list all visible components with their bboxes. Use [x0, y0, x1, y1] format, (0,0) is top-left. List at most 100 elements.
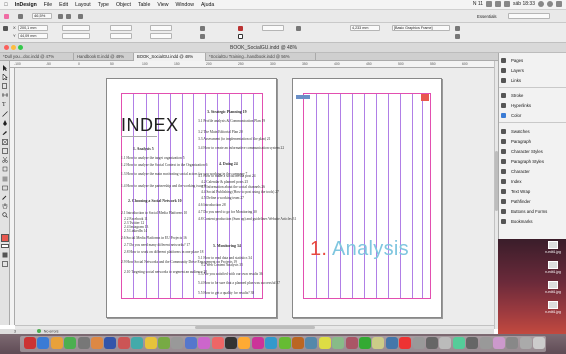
menu-indesign[interactable]: InDesign	[15, 2, 37, 8]
dock-app-icon[interactable]	[318, 337, 331, 349]
scale-y-field[interactable]	[110, 33, 132, 39]
toc-entry[interactable]: 2. Choosing a Social Network 10	[128, 199, 182, 203]
dock-app-icon[interactable]	[251, 337, 264, 349]
toc-entry[interactable]: 4.8 Content production (Sum up) and guid…	[198, 217, 296, 221]
panel-buttons-forms[interactable]: Buttons and Forms	[501, 207, 565, 215]
dock-app-icon[interactable]	[50, 337, 63, 349]
toc-entry[interactable]: 5.5 How to get a quality for results? 38	[198, 291, 254, 295]
tab-document-4[interactable]: *SocialGu Training...handbook.indd @ 56%	[206, 53, 316, 61]
panel-paragraph[interactable]: Paragraph	[501, 137, 565, 145]
stock-search-input[interactable]	[508, 13, 550, 19]
dock-app-icon[interactable]	[171, 337, 184, 349]
user-icon[interactable]	[547, 1, 553, 7]
pencil-tool-icon[interactable]	[2, 129, 8, 135]
dock-app-icon[interactable]	[104, 337, 117, 349]
stroke-swatch-icon[interactable]	[238, 34, 243, 39]
menu-list-icon[interactable]	[556, 1, 562, 7]
dock-app-icon[interactable]	[144, 337, 157, 349]
panel-character-styles[interactable]: Character Styles	[501, 147, 565, 155]
apply-color-icon[interactable]	[2, 252, 8, 258]
menu-table[interactable]: Table	[138, 2, 150, 8]
page-number-field[interactable]: 3	[14, 330, 16, 334]
toc-entry[interactable]: 1. Analysis 5	[133, 147, 154, 151]
dock-app-icon[interactable]	[479, 337, 492, 349]
toc-entry[interactable]: 4.2 Calendar & planned posts 25	[201, 180, 248, 184]
toc-entry[interactable]: 1.1 How to analyse the target organizati…	[121, 156, 185, 160]
dock-app-icon[interactable]	[305, 337, 318, 349]
toc-entry[interactable]: 2.1 Introduction to Social Media Platfor…	[121, 211, 187, 215]
toc-entry[interactable]: 4.3 Information about the social channel…	[201, 185, 265, 189]
search-icon[interactable]	[538, 1, 544, 7]
toc-entry[interactable]: 2.6 Social Media Platforms in EU Project…	[121, 236, 187, 240]
dock-app-icon[interactable]	[77, 337, 90, 349]
object-style-dropdown[interactable]: [Basic Graphics Frame]	[392, 25, 450, 31]
toc-entry[interactable]: 2.10 Targeting social networks to segmen…	[124, 270, 207, 274]
toc-entry[interactable]: 1.4 How to analyse the partnership and t…	[121, 184, 206, 188]
toc-entry[interactable]: 5.3 Are you satisfied with our own resul…	[198, 272, 263, 276]
dock-app-icon[interactable]	[519, 337, 532, 349]
toc-entry[interactable]: 4. Doing 24	[219, 162, 238, 166]
desktop-file[interactable]: n-edit1.jpg	[544, 281, 562, 294]
dock-app-icon[interactable]	[332, 337, 345, 349]
fill-swatch-icon[interactable]	[238, 26, 243, 31]
toc-entry[interactable]: 4.4 Social Publishing (How to post using…	[201, 190, 279, 194]
battery-icon[interactable]	[504, 1, 511, 7]
dock-app-icon[interactable]	[426, 337, 438, 349]
width-field[interactable]	[62, 25, 90, 31]
toc-entry[interactable]: 3.4 How to create an informative communi…	[198, 146, 284, 150]
dock-app-icon[interactable]	[533, 337, 546, 349]
chapter-heading[interactable]: 1. Analysis	[310, 238, 409, 261]
toc-entry[interactable]: 5.1 How to read data and statistics 34	[198, 256, 252, 260]
preflight-status[interactable]: No errors	[44, 330, 59, 334]
shear-field[interactable]	[150, 33, 172, 39]
clock[interactable]: sáb 18:33	[513, 1, 535, 7]
line-tool-icon[interactable]	[2, 111, 8, 117]
eyedropper-tool-icon[interactable]	[2, 194, 8, 200]
y-position-field[interactable]: 44,09 mm	[18, 33, 48, 39]
rectangle-frame-tool-icon[interactable]	[2, 139, 8, 145]
reference-point-icon[interactable]	[3, 26, 8, 31]
direct-selection-tool-icon[interactable]	[2, 73, 8, 81]
dock-app-icon[interactable]	[117, 337, 130, 349]
toc-entry[interactable]: 4.1 How to make a social media post 24	[198, 174, 256, 178]
dock-app-icon[interactable]	[292, 337, 304, 349]
menu-layout[interactable]: Layout	[75, 2, 91, 8]
toc-entry[interactable]: 3.2 The Main Editorial Plan 20	[198, 130, 243, 134]
dock-app-icon[interactable]	[345, 337, 358, 349]
screen-mode-icon[interactable]	[66, 14, 71, 19]
horizontal-ruler[interactable]: -100 -50 0 50 100 150 200 250 300 350 40…	[10, 61, 494, 68]
toc-entry[interactable]: 3.1 Profile analysis & Communication Pla…	[198, 119, 265, 123]
stroke-weight-field[interactable]	[262, 25, 284, 31]
dock-app-icon[interactable]	[265, 337, 278, 349]
fill-color-swatch[interactable]	[1, 234, 9, 242]
dock-app-icon[interactable]	[238, 337, 251, 349]
desktop-file[interactable]: n-edit1.jpg	[544, 241, 562, 254]
selection-tool-icon[interactable]	[2, 65, 8, 71]
panel-layers[interactable]: Layers	[501, 66, 565, 74]
tab-document-3[interactable]: BOOK_SocialGU.indd @ 48%	[134, 53, 206, 61]
toc-entry[interactable]: 4.6 Introduction 28	[198, 203, 226, 207]
x-position-field[interactable]: 200,1 mm	[18, 25, 48, 31]
zoom-tool-icon[interactable]	[2, 212, 8, 218]
panel-links[interactable]: Links	[501, 76, 565, 84]
dock-app-icon[interactable]	[184, 337, 197, 349]
panel-pathfinder[interactable]: Pathfinder	[501, 197, 565, 205]
stroke-color-swatch[interactable]	[1, 244, 9, 248]
toc-entry[interactable]: 2.7 Do you need many different networks?…	[124, 243, 190, 247]
type-tool-icon[interactable]: T	[2, 102, 8, 108]
flip-horizontal-icon[interactable]	[200, 26, 205, 31]
dock-app-icon[interactable]	[91, 337, 103, 349]
dock-app-icon[interactable]	[493, 337, 505, 349]
toc-entry[interactable]: 5. Monitoring 34	[213, 244, 241, 248]
scale-x-field[interactable]	[110, 25, 132, 31]
panel-pages[interactable]: Pages	[501, 56, 565, 64]
volume-icon[interactable]	[495, 1, 502, 7]
dock-app-icon[interactable]	[211, 337, 224, 349]
panel-paragraph-styles[interactable]: Paragraph Styles	[501, 157, 565, 165]
panel-color[interactable]: Color	[501, 111, 565, 119]
dock-app-icon[interactable]	[439, 337, 452, 349]
dock-app-icon[interactable]	[452, 337, 465, 349]
menu-edit[interactable]: Edit	[59, 2, 68, 8]
effects-icon[interactable]	[296, 26, 301, 31]
panel-text-wrap[interactable]: Text Wrap	[501, 187, 565, 195]
